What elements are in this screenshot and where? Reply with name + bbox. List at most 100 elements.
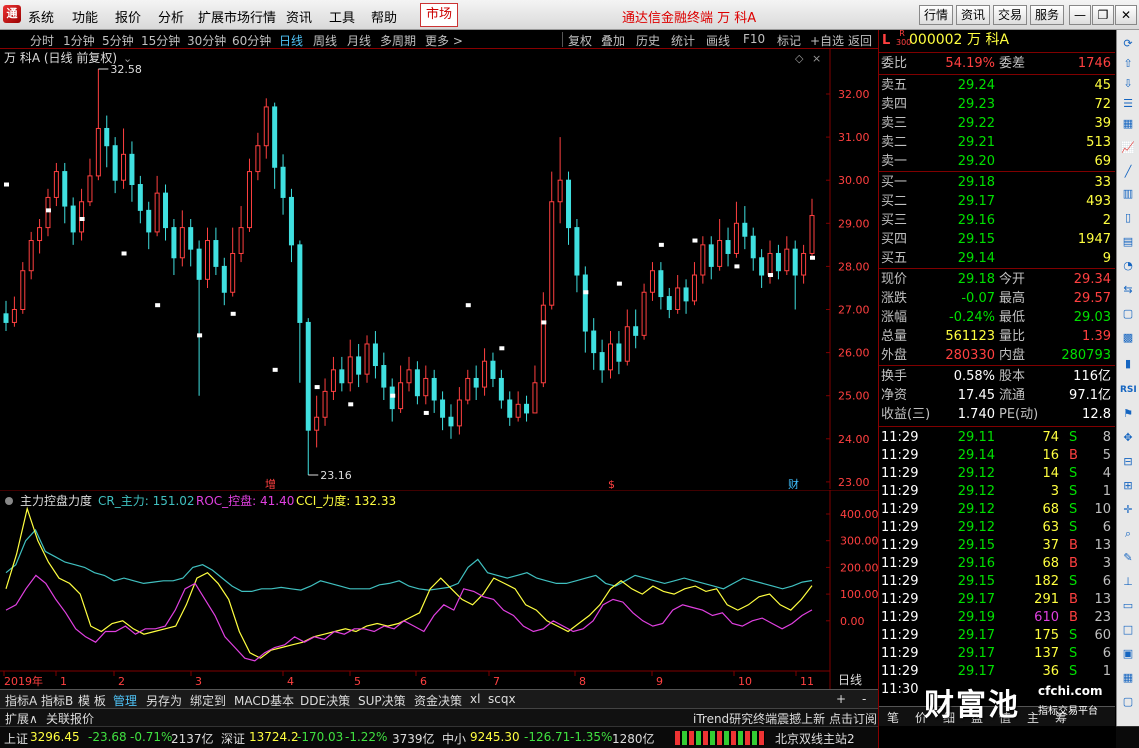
- adjust-button[interactable]: 复权: [568, 32, 592, 49]
- add-watchlist-button[interactable]: +自选: [810, 32, 844, 49]
- rsi-icon[interactable]: RSI: [1120, 382, 1137, 398]
- tab-indicator-b[interactable]: 指标B: [41, 692, 73, 709]
- tick-row[interactable]: 11:29 29.17 175 S 60: [879, 626, 1115, 645]
- zx-index-name[interactable]: 中小: [442, 730, 466, 747]
- table-icon[interactable]: ▤: [1120, 234, 1136, 250]
- back-button[interactable]: 返回: [848, 32, 872, 49]
- fund-row[interactable]: 净资 17.45 流通 97.1亿: [879, 386, 1115, 405]
- tab-save-as[interactable]: 另存为: [146, 692, 182, 709]
- period-1min[interactable]: 1分钟: [63, 32, 95, 49]
- tab-dde[interactable]: DDE决策: [300, 692, 350, 709]
- market-tab[interactable]: 市场: [420, 3, 458, 27]
- tick-row[interactable]: 11:29 29.14 16 B 5: [879, 446, 1115, 465]
- indicator-settings-icon[interactable]: [5, 497, 13, 505]
- tab-sup[interactable]: SUP决策: [358, 692, 406, 709]
- list-icon[interactable]: ☰: [1120, 96, 1136, 112]
- event-marker-finance[interactable]: 财: [788, 477, 799, 489]
- info-button[interactable]: 资讯: [956, 5, 990, 25]
- tab-indicator-a[interactable]: 指标A: [5, 692, 37, 709]
- tick-row[interactable]: 11:29 29.16 68 B 3: [879, 554, 1115, 573]
- refresh-icon[interactable]: ⟳: [1120, 36, 1136, 52]
- period-15min[interactable]: 15分钟: [141, 32, 180, 49]
- move-icon[interactable]: ✥: [1120, 430, 1136, 446]
- period-more[interactable]: 更多 >: [425, 32, 463, 49]
- related-quotes-tab[interactable]: 关联报价: [46, 710, 94, 727]
- history-button[interactable]: 历史: [636, 32, 660, 49]
- bar-chart-icon[interactable]: ▥: [1120, 186, 1136, 202]
- tab-scqx[interactable]: scqx: [488, 692, 516, 706]
- line-chart-icon[interactable]: ╱: [1120, 164, 1136, 180]
- note-icon[interactable]: ▭: [1120, 598, 1136, 614]
- sz-index-name[interactable]: 深证: [221, 730, 245, 747]
- arrow-down-icon[interactable]: ⇩: [1120, 76, 1136, 92]
- stat-row[interactable]: 涨跌 -0.07 最高 29.57: [879, 289, 1115, 308]
- expand-icon[interactable]: ⊞: [1120, 478, 1136, 494]
- news-ticker[interactable]: iTrend研究终端震撼上新 点击订阅: [693, 710, 877, 727]
- tick-row[interactable]: 11:29 29.12 68 S 10: [879, 500, 1115, 519]
- candlestick-chart[interactable]: 32.00 31.00 30.00 29.00 28.00 27.00 26.00 25.00…: [0, 49, 878, 489]
- ask-row[interactable]: 卖二 29.21 513: [879, 133, 1115, 152]
- tick-row[interactable]: 11:29 29.12 3 S 1: [879, 482, 1115, 501]
- trade-button[interactable]: 交易: [993, 5, 1027, 25]
- menu-quote[interactable]: 报价: [115, 7, 141, 26]
- tick-row[interactable]: 11:29 29.11 74 S 8: [879, 428, 1115, 447]
- tick-row[interactable]: 11:29 29.12 63 S 6: [879, 518, 1115, 537]
- ask-row[interactable]: 卖五 29.24 45: [879, 76, 1115, 95]
- stat-row[interactable]: 总量 561123 量比 1.39: [879, 327, 1115, 346]
- period-multi[interactable]: 多周期: [380, 32, 416, 49]
- ext-toggle[interactable]: 扩展∧: [5, 710, 38, 727]
- minimize-icon[interactable]: —: [1069, 5, 1091, 25]
- tool-icon[interactable]: ✎: [1120, 550, 1136, 566]
- period-60min[interactable]: 60分钟: [232, 32, 271, 49]
- compare-icon[interactable]: ⇆: [1120, 282, 1136, 298]
- stat-row[interactable]: 现价 29.18 今开 29.34: [879, 270, 1115, 289]
- menu-tools[interactable]: 工具: [329, 7, 355, 26]
- tick-row[interactable]: 11:29 29.17 291 B 13: [879, 590, 1115, 609]
- ask-row[interactable]: 卖三 29.22 39: [879, 114, 1115, 133]
- tab-macd[interactable]: MACD基本: [234, 692, 294, 709]
- arrow-up-icon[interactable]: ⇧: [1120, 56, 1136, 72]
- period-monthly[interactable]: 月线: [347, 32, 371, 49]
- square-icon[interactable]: □: [1120, 622, 1136, 638]
- indicator-chart[interactable]: 400.00 300.00 200.00 100.00 0.00 主力控盘力度 CR_主…: [0, 490, 878, 690]
- tab-capital[interactable]: 资金决策: [414, 692, 462, 709]
- bid-row[interactable]: 买三 29.16 2: [879, 211, 1115, 230]
- quote-button[interactable]: 行情: [919, 5, 953, 25]
- page-icon[interactable]: ▢: [1120, 306, 1136, 322]
- candle-icon[interactable]: ▯: [1120, 210, 1136, 226]
- tick-row[interactable]: 11:29 29.17 137 S 6: [879, 644, 1115, 663]
- bid-row[interactable]: 买二 29.17 493: [879, 192, 1115, 211]
- trend-chart-icon[interactable]: 📈: [1120, 140, 1136, 156]
- shrink-icon[interactable]: ⊟: [1120, 454, 1136, 470]
- ask-row[interactable]: 卖四 29.23 72: [879, 95, 1115, 114]
- maximize-icon[interactable]: ❐: [1092, 5, 1114, 25]
- overlay-button[interactable]: 叠加: [601, 32, 625, 49]
- stats-icon[interactable]: ▩: [1120, 330, 1136, 346]
- period-daily[interactable]: 日线: [279, 32, 303, 49]
- tab-manage[interactable]: 管理: [113, 692, 137, 709]
- event-marker-add[interactable]: 增: [265, 477, 276, 489]
- fund-row[interactable]: 收益(三) 1.740 PE(动) 12.8: [879, 405, 1115, 424]
- bid-row[interactable]: 买一 29.18 33: [879, 173, 1115, 192]
- tick-row[interactable]: 11:29 29.17 36 S 1: [879, 662, 1115, 681]
- ruler-icon[interactable]: ⊥: [1120, 574, 1136, 590]
- mark-button[interactable]: 标记: [777, 32, 801, 49]
- menu-system[interactable]: 系统: [28, 7, 54, 26]
- volume-icon[interactable]: ▮: [1120, 356, 1136, 372]
- menu-ext-market[interactable]: 扩展市场行情: [198, 7, 276, 26]
- ask-row[interactable]: 卖一 29.20 69: [879, 152, 1115, 171]
- period-intraday[interactable]: 分时: [30, 32, 54, 49]
- menu-help[interactable]: 帮助: [371, 7, 397, 26]
- chart-close-icon[interactable]: ×: [812, 52, 821, 65]
- period-weekly[interactable]: 周线: [313, 32, 337, 49]
- bid-row[interactable]: 买四 29.15 1947: [879, 230, 1115, 249]
- fund-row[interactable]: 换手 0.58% 股本 116亿: [879, 367, 1115, 386]
- stat-row[interactable]: 涨幅 -0.24% 最低 29.03: [879, 308, 1115, 327]
- stat-row[interactable]: 外盘 280330 内盘 280793: [879, 346, 1115, 365]
- close-icon[interactable]: ✕: [1115, 5, 1137, 25]
- pie-chart-icon[interactable]: ◔: [1120, 258, 1136, 274]
- tab-bind-to[interactable]: 绑定到: [190, 692, 226, 709]
- tick-row[interactable]: 11:29 29.15 182 S 6: [879, 572, 1115, 591]
- menu-function[interactable]: 功能: [72, 7, 98, 26]
- tab-template[interactable]: 模 板: [78, 692, 106, 709]
